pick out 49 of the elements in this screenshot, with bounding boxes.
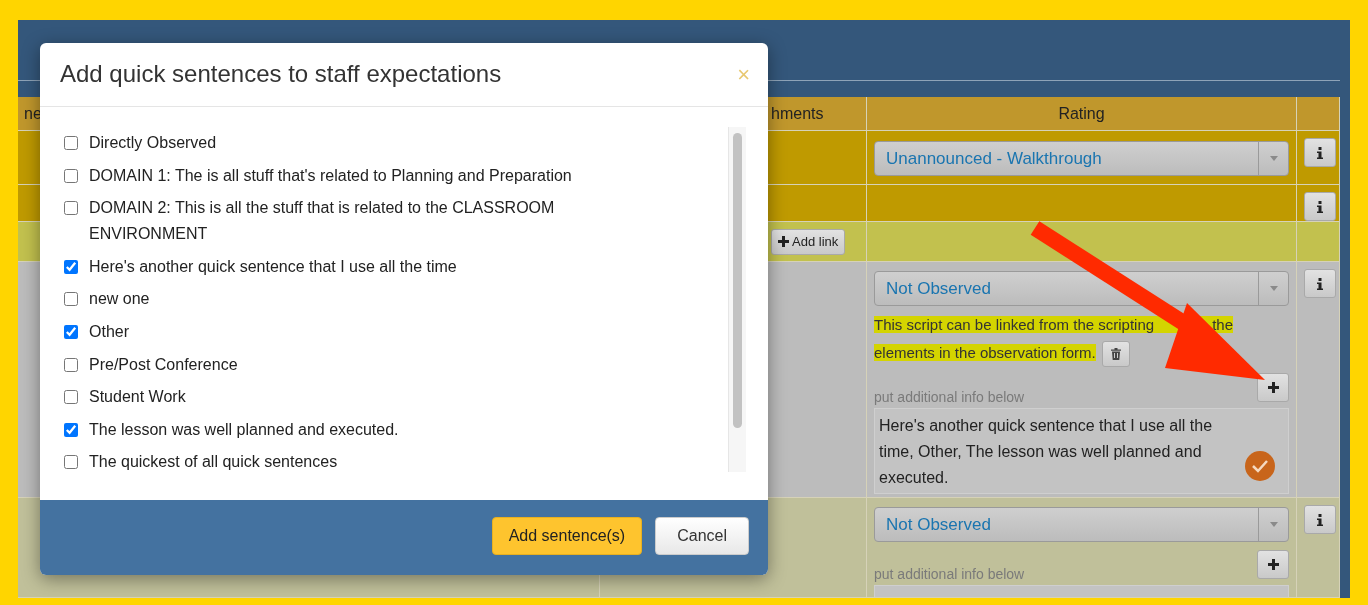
checkbox[interactable] [64, 168, 78, 183]
plus-icon [778, 236, 789, 248]
checkbox[interactable] [64, 136, 78, 150]
checkbox-label: Pre/Post Conference [89, 354, 238, 375]
info-field[interactable]: Here's another quick sentence that I use all the time, Other, The lesson was well planned and executed. [874, 408, 1289, 495]
checkbox-label: Here's another quick sentence that I use all the time [89, 256, 457, 277]
checkbox[interactable] [64, 292, 78, 307]
checkbox-label: The lesson was well planned and executed. [89, 419, 399, 440]
info-button[interactable] [1304, 505, 1336, 534]
info-icon [1317, 277, 1323, 290]
info-icon [1317, 200, 1323, 213]
plus-icon [1267, 382, 1279, 394]
scrollbar[interactable] [728, 127, 746, 472]
caret-icon [1269, 286, 1278, 291]
field-label: put additional info below [874, 565, 1025, 584]
script-note: the [1212, 316, 1233, 333]
checkbox[interactable] [64, 455, 78, 470]
checkbox[interactable] [64, 422, 78, 437]
info-button[interactable] [1304, 269, 1336, 298]
checkbox[interactable] [64, 259, 78, 274]
info-icon [1317, 146, 1323, 159]
add-link-button[interactable]: Add link [771, 229, 846, 255]
add-button[interactable] [1257, 550, 1289, 579]
checkbox-label: DOMAIN 1: The is all stuff that's related to Planning and Preparation [89, 165, 572, 186]
plus-icon [1267, 559, 1279, 570]
checkbox-label: Other [89, 321, 129, 342]
add-sentences-button[interactable]: Add sentence(s) [491, 516, 643, 555]
checkbox-label: The quickest of all quick sentences [89, 452, 338, 473]
field-label: put additional info below [874, 388, 1025, 408]
checkbox-label: new one [89, 289, 150, 310]
checkbox[interactable] [64, 201, 78, 216]
checkbox[interactable] [64, 324, 78, 339]
add-button[interactable] [1257, 373, 1289, 403]
checkbox[interactable] [64, 357, 78, 372]
script-note: elements in the observation form. [874, 344, 1096, 361]
checkbox-label: DOMAIN 2: This is all the stuff that is related to the CLASSROOM ENVIRONMENT [89, 198, 556, 245]
caret-icon [1269, 156, 1278, 161]
dialog-title: Add quick sentences to staff expectations [60, 60, 502, 89]
info-button[interactable] [1304, 138, 1336, 167]
trash-icon [1110, 348, 1121, 361]
delete-button[interactable] [1101, 341, 1130, 368]
info-button[interactable] [1304, 192, 1336, 221]
checkbox[interactable] [64, 390, 78, 405]
cancel-button[interactable]: Cancel [655, 516, 749, 555]
checkbox-label: Directly Observed [89, 133, 217, 153]
column-header: Rating [867, 97, 1297, 131]
info-icon [1317, 513, 1323, 526]
checkbox-label: Student Work [89, 387, 186, 408]
caret-icon [1269, 522, 1278, 527]
